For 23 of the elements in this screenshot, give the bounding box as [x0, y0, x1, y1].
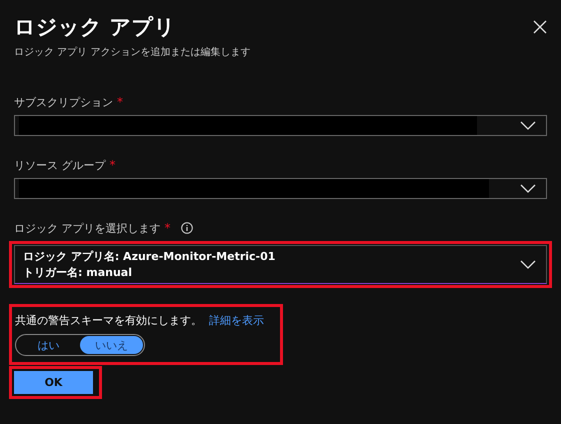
- details-link[interactable]: 詳細を表示: [209, 313, 264, 328]
- dropdown-field[interactable]: ロジック アプリ名: Azure-Monitor-Metric-01 トリガー名: manual: [14, 245, 547, 284]
- dropdown-value: ロジック アプリ名: Azure-Monitor-Metric-01: [23, 248, 276, 264]
- ok-button[interactable]: OK: [14, 371, 93, 394]
- toggle-option[interactable]: いいえ: [80, 336, 143, 354]
- chevron-down-icon: [520, 184, 536, 193]
- panel-subtitle: ロジック アプリ アクションを追加または編集します: [14, 46, 250, 59]
- close-icon[interactable]: [533, 20, 547, 34]
- dropdown-field[interactable]: [14, 178, 547, 199]
- info-icon[interactable]: [180, 222, 192, 234]
- required-mark: *: [164, 221, 170, 235]
- chevron-down-icon: [520, 260, 536, 269]
- dropdown-value: トリガー名: manual: [23, 264, 133, 280]
- dropdown-field[interactable]: [14, 115, 547, 136]
- toggle-option[interactable]: はい: [17, 336, 80, 354]
- required-mark: *: [117, 95, 123, 109]
- panel-title: ロジック アプリ: [14, 14, 176, 41]
- field-label: ロジック アプリを選択します: [14, 220, 160, 236]
- chevron-down-icon: [520, 121, 536, 130]
- field-label: サブスクリプション: [14, 94, 113, 110]
- schema-text: 共通の警告スキーマを有効にします。: [15, 313, 202, 328]
- field-label: リソース グループ: [14, 158, 106, 172]
- required-mark: *: [110, 158, 116, 172]
